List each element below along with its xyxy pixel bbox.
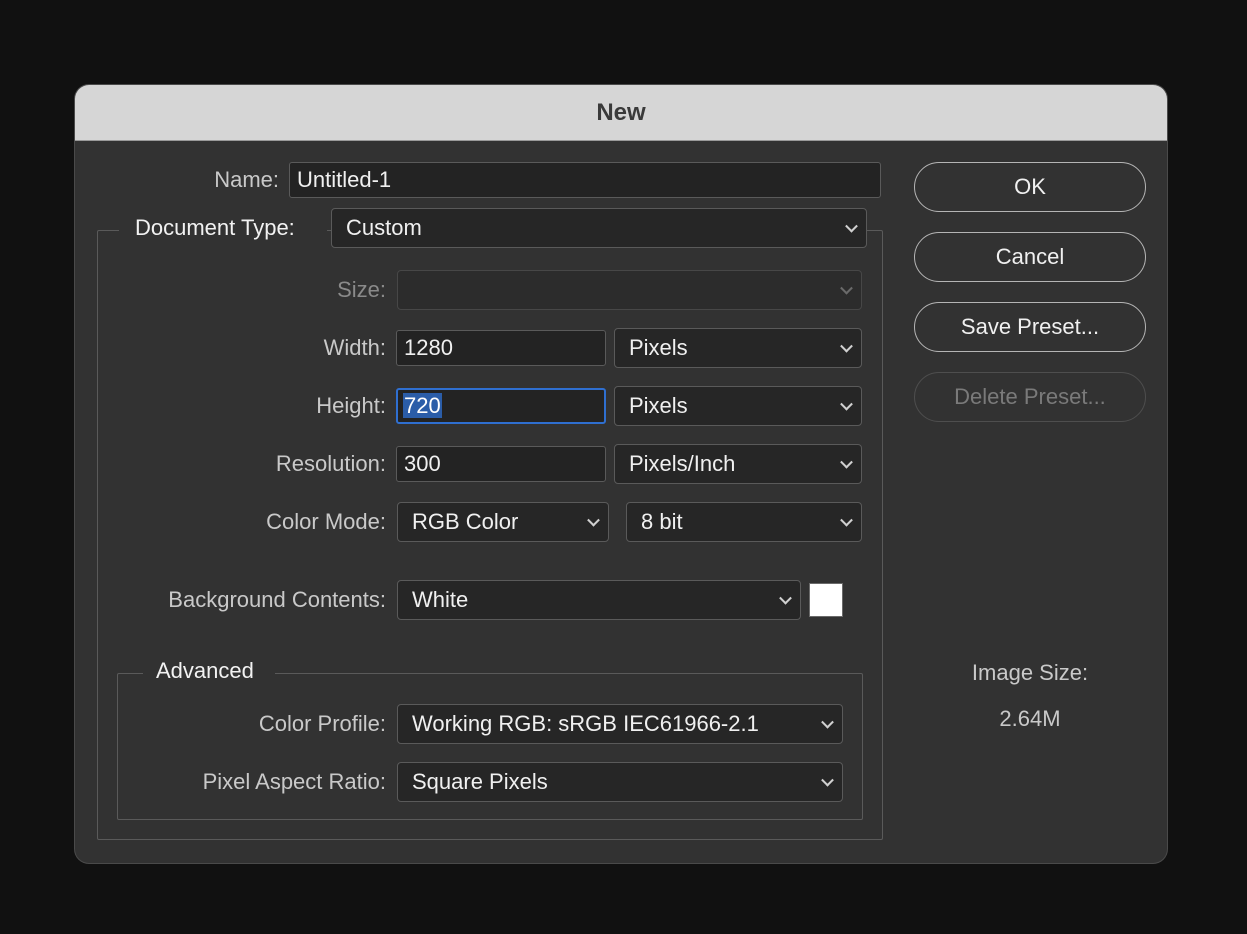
resolution-label: Resolution: xyxy=(275,451,386,476)
image-size-value: 2.64M xyxy=(999,706,1061,731)
chevron-down-icon xyxy=(840,455,853,469)
color-profile-value: Working RGB: sRGB IEC61966-2.1 xyxy=(412,711,759,736)
image-size-label: Image Size: xyxy=(971,660,1089,685)
resolution-input[interactable]: 300 xyxy=(396,446,606,482)
resolution-unit-select[interactable]: Pixels/Inch xyxy=(614,444,862,484)
chevron-down-icon xyxy=(821,773,834,787)
chevron-down-icon xyxy=(840,339,853,353)
size-label: Size: xyxy=(337,277,386,302)
chevron-down-icon xyxy=(840,397,853,411)
height-unit-select[interactable]: Pixels xyxy=(614,386,862,426)
color-mode-select[interactable]: RGB Color xyxy=(397,502,609,542)
width-label: Width: xyxy=(323,335,386,360)
background-contents-label: Background Contents: xyxy=(168,587,386,612)
pixel-aspect-ratio-label: Pixel Aspect Ratio: xyxy=(202,769,386,794)
background-contents-value: White xyxy=(412,587,469,612)
color-mode-label: Color Mode: xyxy=(266,509,386,534)
name-input[interactable]: Untitled-1 xyxy=(289,162,881,198)
dialog-title: New xyxy=(75,85,1167,141)
chevron-down-icon xyxy=(840,513,853,527)
color-mode-value: RGB Color xyxy=(412,509,519,534)
bit-depth-select[interactable]: 8 bit xyxy=(626,502,862,542)
width-unit-value: Pixels xyxy=(629,335,688,360)
color-profile-select[interactable]: Working RGB: sRGB IEC61966-2.1 xyxy=(397,704,843,744)
chevron-down-icon xyxy=(821,715,834,729)
chevron-down-icon xyxy=(587,513,600,527)
delete-preset-button: Delete Preset... xyxy=(914,372,1146,422)
resolution-unit-value: Pixels/Inch xyxy=(629,451,736,476)
document-type-select[interactable]: Custom xyxy=(331,208,867,248)
background-color-swatch[interactable] xyxy=(809,583,843,617)
document-type-value: Custom xyxy=(346,215,422,240)
height-value: 720 xyxy=(403,393,442,418)
ok-button[interactable]: OK xyxy=(914,162,1146,212)
bit-depth-value: 8 bit xyxy=(641,509,683,534)
background-contents-select[interactable]: White xyxy=(397,580,801,620)
cancel-button[interactable]: Cancel xyxy=(914,232,1146,282)
name-label: Name: xyxy=(214,167,279,192)
new-document-dialog: New Name: Untitled-1 Document Type: Cust… xyxy=(75,85,1167,863)
document-type-label: Document Type: xyxy=(135,215,295,240)
width-unit-select[interactable]: Pixels xyxy=(614,328,862,368)
width-input[interactable]: 1280 xyxy=(396,330,606,366)
save-preset-button[interactable]: Save Preset... xyxy=(914,302,1146,352)
chevron-down-icon xyxy=(845,219,858,233)
height-unit-value: Pixels xyxy=(629,393,688,418)
pixel-aspect-ratio-value: Square Pixels xyxy=(412,769,548,794)
color-profile-label: Color Profile: xyxy=(258,711,386,736)
pixel-aspect-ratio-select[interactable]: Square Pixels xyxy=(397,762,843,802)
chevron-down-icon xyxy=(840,281,853,295)
advanced-legend: Advanced xyxy=(156,658,254,683)
chevron-down-icon xyxy=(779,591,792,605)
height-input[interactable]: 720 xyxy=(396,388,606,424)
size-select xyxy=(397,270,862,310)
height-label: Height: xyxy=(316,393,386,418)
